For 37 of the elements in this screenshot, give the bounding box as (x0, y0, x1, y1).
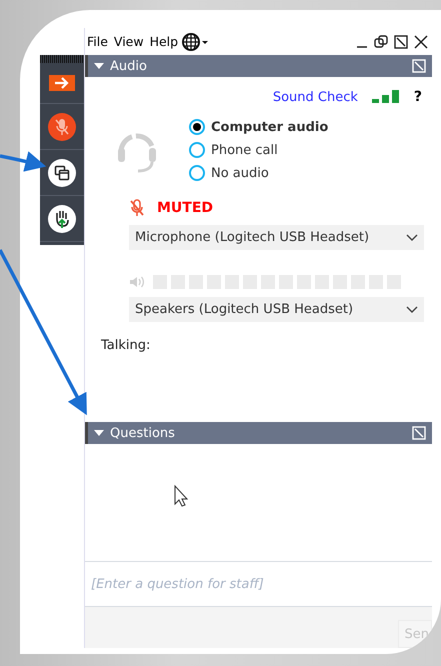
screen-button[interactable] (48, 158, 76, 186)
menu-item[interactable]: Help (148, 32, 180, 51)
menu-item[interactable]: View (112, 32, 146, 51)
microphone-button[interactable] (48, 112, 76, 140)
popout-icon[interactable] (394, 34, 408, 48)
pointer-arrow (0, 151, 46, 172)
restore-icon[interactable] (374, 34, 388, 48)
section-title: Audio (110, 58, 147, 74)
signal-bars-icon (372, 90, 400, 104)
speaker-icon (129, 275, 145, 289)
cursor-icon (174, 484, 188, 507)
collapse-button[interactable] (49, 75, 75, 91)
windows-icon (54, 164, 70, 180)
talking-label: Talking: (101, 338, 152, 353)
speakers-dropdown[interactable]: Speakers (Logitech USB Headset) (129, 297, 424, 322)
radio-option[interactable]: Computer audio (189, 119, 328, 135)
arrow-right-icon (54, 77, 70, 89)
hand-icon (53, 208, 71, 228)
muted-microphone-icon (54, 118, 70, 136)
microphone-dropdown[interactable]: Microphone (Logitech USB Headset) (129, 225, 424, 250)
help-link[interactable]: ? (414, 89, 422, 105)
section-title: Questions (110, 426, 175, 440)
raise-hand-button[interactable] (48, 204, 76, 232)
questions-header[interactable]: Questions (85, 422, 432, 444)
caret-icon (94, 62, 104, 70)
globe-icon[interactable] (182, 32, 210, 50)
radio-option[interactable]: No audio (189, 165, 328, 181)
menu-item[interactable]: File (85, 32, 110, 51)
grip-handle (40, 55, 84, 63)
chevron-down-icon (406, 234, 418, 242)
muted-label: MUTED (157, 200, 214, 216)
audio-header[interactable]: Audio (85, 55, 432, 77)
chevron-down-icon (406, 306, 418, 314)
radio-option[interactable]: Phone call (189, 142, 328, 158)
close-icon[interactable] (414, 34, 428, 48)
sound-check-link[interactable]: Sound Check (272, 90, 358, 104)
caret-icon (94, 429, 104, 437)
